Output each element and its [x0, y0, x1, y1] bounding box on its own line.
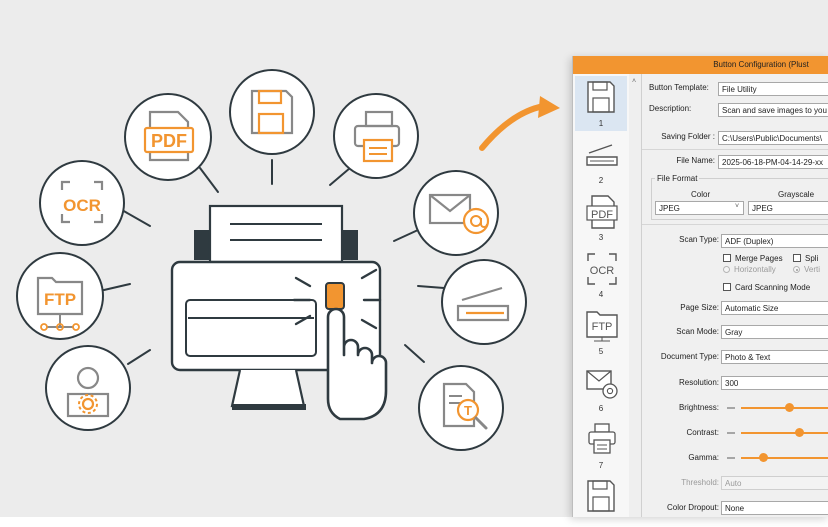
user-gear-icon	[45, 345, 131, 431]
gamma-minus	[727, 457, 735, 459]
text-tool-letter: T	[464, 403, 472, 418]
sidebar-button-number: 2	[598, 176, 604, 185]
scanner-icon	[441, 259, 527, 345]
color-format-select[interactable]: JPEG	[655, 201, 744, 215]
printer-icon	[333, 93, 419, 179]
sidebar-button-5[interactable]: FTP 5	[575, 304, 627, 359]
window-title: Button Configuration (Plust	[713, 60, 809, 69]
color-label: Color	[691, 190, 711, 199]
document-type-label: Document Type:	[660, 352, 719, 361]
split-label: Spli	[805, 254, 819, 263]
ftp-icon: FTP	[16, 252, 104, 340]
grayscale-format-select[interactable]: JPEG	[748, 201, 828, 215]
gamma-slider-thumb[interactable]	[759, 453, 768, 462]
sidebar-button-number: 7	[598, 461, 604, 470]
vertically-radio[interactable]	[793, 266, 800, 273]
contrast-label: Contrast:	[686, 428, 719, 437]
sidebar-button-2[interactable]: 2	[575, 133, 627, 188]
brightness-slider-thumb[interactable]	[785, 403, 794, 412]
vertically-label: Verti	[804, 265, 821, 274]
ocr-icon-text: OCR	[63, 196, 101, 215]
save-icon	[229, 69, 315, 155]
ftp-icon-text: FTP	[44, 290, 76, 309]
pdf-icon-text: PDF	[151, 131, 187, 151]
saving-folder-label: Saving Folder :	[661, 132, 715, 141]
email-icon	[413, 170, 499, 256]
gamma-label: Gamma:	[688, 453, 719, 462]
sidebar-button-1[interactable]: 1	[575, 76, 627, 131]
svg-text:PDF: PDF	[591, 209, 613, 221]
sidebar-button-number: 6	[598, 404, 604, 413]
ftp-icon: FTP	[586, 311, 618, 342]
sidebar-button-6[interactable]: 6	[575, 361, 627, 416]
sidebar-button-number: 1	[598, 119, 604, 128]
description-input[interactable]: Scan and save images to you	[718, 103, 828, 117]
ocr-icon: OCR	[39, 160, 125, 246]
email-icon	[586, 370, 618, 399]
card-scanning-label: Card Scanning Mode	[735, 283, 811, 292]
scanner-icon	[586, 144, 618, 166]
brightness-minus	[727, 407, 735, 409]
button-configuration-window: Button Configuration (Plust 1 2 PDF 3 OC…	[572, 56, 828, 517]
divider	[642, 224, 828, 225]
scan-mode-select[interactable]: Gray	[721, 325, 828, 339]
page-size-select[interactable]: Automatic Size	[721, 301, 828, 315]
contrast-slider-thumb[interactable]	[795, 428, 804, 437]
document-text-icon: T	[418, 365, 504, 451]
ocr-icon: OCR	[587, 253, 617, 285]
resolution-label: Resolution:	[678, 378, 719, 387]
pdf-icon: PDF	[124, 93, 212, 181]
sidebar-button-8[interactable]	[575, 475, 627, 517]
button-list-sidebar: 1 2 PDF 3 OCR 4 FTP 5 6 7	[573, 74, 630, 517]
brightness-label: Brightness:	[678, 403, 719, 412]
horizontally-radio[interactable]	[723, 266, 730, 273]
file-name-label: File Name:	[676, 156, 715, 165]
scroll-up-icon[interactable]: ˄	[632, 78, 636, 85]
card-scanning-checkbox[interactable]	[723, 283, 731, 291]
sidebar-button-4[interactable]: OCR 4	[575, 247, 627, 302]
svg-text:OCR: OCR	[590, 265, 615, 277]
save-icon	[587, 480, 615, 512]
description-label: Description:	[649, 104, 692, 113]
file-name-input[interactable]: 2025-06-18-PM-04-14-29-xx	[718, 155, 828, 169]
scan-type-select[interactable]: ADF (Duplex)	[721, 234, 828, 248]
saving-folder-input[interactable]: C:\Users\Public\Documents\	[718, 131, 828, 145]
sidebar-button-7[interactable]: 7	[575, 418, 627, 473]
threshold-label: Threshold:	[681, 478, 719, 487]
merge-pages-checkbox[interactable]	[723, 254, 731, 262]
file-format-label: File Format	[655, 174, 700, 183]
save-icon	[587, 81, 615, 113]
contrast-slider[interactable]	[741, 432, 828, 434]
window-titlebar: Button Configuration (Plust	[573, 56, 828, 74]
page-size-label: Page Size:	[680, 303, 719, 312]
split-checkbox[interactable]	[793, 254, 801, 262]
sidebar-button-number: 5	[598, 347, 604, 356]
document-type-select[interactable]: Photo & Text	[721, 350, 828, 364]
chevron-down-icon[interactable]: ˅	[735, 203, 739, 210]
sidebar-button-number: 3	[598, 233, 604, 242]
resolution-select[interactable]: 300	[721, 376, 828, 390]
horizontally-label: Horizontally	[734, 265, 776, 274]
divider	[642, 149, 828, 150]
color-dropout-select[interactable]: None	[721, 501, 828, 515]
arrow-icon	[479, 96, 560, 151]
contrast-minus	[727, 432, 735, 434]
color-dropout-label: Color Dropout:	[666, 503, 719, 512]
grayscale-label: Grayscale	[778, 190, 815, 199]
button-template-label: Button Template:	[649, 83, 709, 92]
printer-icon	[588, 423, 616, 454]
sidebar-button-3[interactable]: PDF 3	[575, 190, 627, 245]
screenshot-canvas: PDF OCR FTP T Button Configuration (Plus…	[0, 0, 828, 527]
button-template-select[interactable]: File Utility	[718, 82, 828, 96]
gamma-slider[interactable]	[741, 457, 828, 459]
scan-type-label: Scan Type:	[679, 235, 719, 244]
sidebar-scrollbar[interactable]: ˄	[629, 74, 642, 517]
svg-text:FTP: FTP	[592, 321, 613, 333]
threshold-select[interactable]: Auto	[721, 476, 828, 490]
pdf-icon: PDF	[586, 195, 618, 229]
merge-pages-label: Merge Pages	[735, 254, 783, 263]
scan-mode-label: Scan Mode:	[676, 327, 719, 336]
sidebar-button-number: 4	[598, 290, 604, 299]
